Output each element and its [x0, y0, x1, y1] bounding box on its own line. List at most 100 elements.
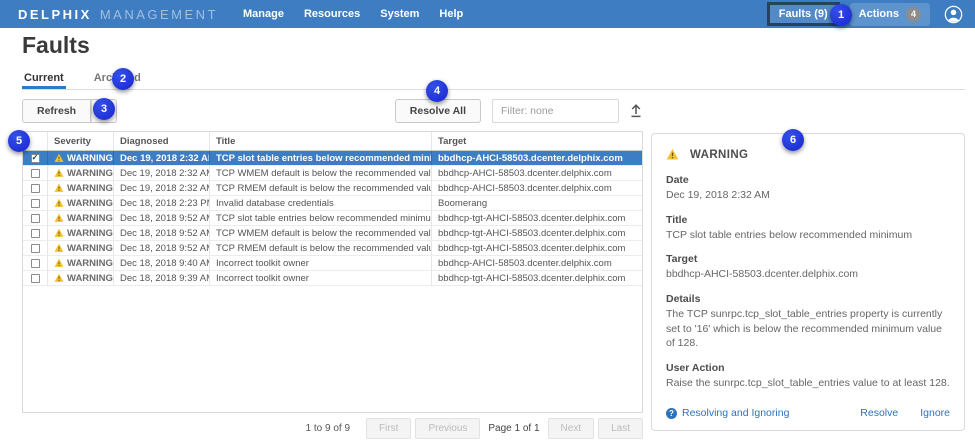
row-checkbox[interactable]	[31, 169, 40, 178]
target-cell: bbdhcp-tgt-AHCI-58503.dcenter.delphix.co…	[431, 241, 642, 255]
row-checkbox[interactable]	[31, 199, 40, 208]
warning-icon	[54, 228, 64, 238]
detail-field-label: Target	[666, 253, 950, 265]
detail-field-label: Details	[666, 293, 950, 305]
callout-badge: 4	[426, 80, 448, 102]
row-checkbox[interactable]	[31, 244, 40, 253]
warning-icon	[54, 243, 64, 253]
warning-icon	[54, 213, 64, 223]
diagnosed-cell: Dec 18, 2018 9:52 AM	[113, 226, 209, 240]
pagination-range: 1 to 9 of 9	[306, 423, 350, 434]
title-cell: Incorrect toolkit owner	[209, 256, 431, 270]
detail-field: User Action Raise the sunrpc.tcp_slot_ta…	[666, 362, 950, 391]
menu-item[interactable]: System	[370, 8, 429, 20]
severity-label: WARNING	[67, 198, 113, 209]
pagination-previous-button[interactable]: Previous	[415, 418, 480, 439]
detail-severity-heading: WARNING	[666, 148, 950, 161]
warning-icon	[666, 148, 679, 161]
detail-field-value: Dec 19, 2018 2:32 AM	[666, 188, 950, 203]
diagnosed-cell: Dec 18, 2018 2:23 PM	[113, 196, 209, 210]
faults-table: Severity Diagnosed Title Target	[22, 131, 643, 413]
table-row[interactable]: WARNING Dec 19, 2018 2:32 AM TCP slot ta…	[23, 151, 642, 166]
diagnosed-cell: Dec 18, 2018 9:52 AM	[113, 211, 209, 225]
toolbar-right-tools: Resolve All	[395, 99, 643, 123]
detail-severity-label: WARNING	[690, 149, 748, 161]
topbar-right-controls: Faults (9) Actions 4	[767, 2, 963, 26]
row-checkbox[interactable]	[31, 274, 40, 283]
table-row[interactable]: WARNING Dec 18, 2018 9:40 AM Incorrect t…	[23, 256, 642, 271]
help-link-label: Resolving and Ignoring	[682, 407, 789, 419]
menu-item[interactable]: Help	[429, 8, 473, 20]
table-body: WARNING Dec 19, 2018 2:32 AM TCP slot ta…	[23, 151, 642, 286]
row-checkbox[interactable]	[31, 229, 40, 238]
table-row[interactable]: WARNING Dec 18, 2018 9:52 AM TCP slot ta…	[23, 211, 642, 226]
row-checkbox[interactable]	[31, 154, 40, 163]
title-cell: TCP RMEM default is below the recommende…	[209, 241, 431, 255]
pagination-last-button[interactable]: Last	[598, 418, 643, 439]
target-cell: Boomerang	[431, 196, 642, 210]
table-row[interactable]: WARNING Dec 18, 2018 9:52 AM TCP WMEM de…	[23, 226, 642, 241]
detail-field: Target bbdhcp-AHCI-58503.dcenter.delphix…	[666, 253, 950, 282]
pagination-first-button[interactable]: First	[366, 418, 411, 439]
detail-field: Date Dec 19, 2018 2:32 AM	[666, 174, 950, 203]
actions-count-badge: 4	[906, 7, 921, 22]
table-row[interactable]: WARNING Dec 18, 2018 9:39 AM Incorrect t…	[23, 271, 642, 286]
user-profile-icon[interactable]	[944, 5, 963, 24]
diagnosed-cell: Dec 19, 2018 2:32 AM	[113, 166, 209, 180]
tab-current[interactable]: Current	[22, 67, 66, 89]
severity-label: WARNING	[67, 213, 113, 224]
column-header-diagnosed[interactable]: Diagnosed	[113, 132, 209, 150]
detail-field-label: User Action	[666, 362, 950, 374]
page-title: Faults	[22, 32, 90, 59]
main-menu: Manage Resources System Help	[233, 8, 473, 20]
faults-button[interactable]: Faults (9)	[767, 2, 840, 26]
refresh-button[interactable]: Refresh	[22, 99, 91, 123]
diagnosed-cell: Dec 19, 2018 2:32 AM	[113, 181, 209, 195]
pagination-next-button[interactable]: Next	[548, 418, 595, 439]
actions-button[interactable]: Actions 4	[850, 3, 930, 26]
pagination-page-indicator: Page 1 of 1	[488, 423, 539, 434]
export-button[interactable]	[629, 103, 643, 118]
pagination: 1 to 9 of 9 First Previous Page 1 of 1 N…	[22, 418, 643, 439]
target-cell: bbdhcp-AHCI-58503.dcenter.delphix.com	[431, 256, 642, 270]
top-navigation-bar: DELPHIX MANAGEMENT Manage Resources Syst…	[0, 0, 975, 28]
menu-item[interactable]: Resources	[294, 8, 370, 20]
table-row[interactable]: WARNING Dec 19, 2018 2:32 AM TCP RMEM de…	[23, 181, 642, 196]
severity-label: WARNING	[67, 273, 113, 284]
column-header-target[interactable]: Target	[431, 132, 642, 150]
diagnosed-cell: Dec 18, 2018 9:39 AM	[113, 271, 209, 285]
table-row[interactable]: WARNING Dec 19, 2018 2:32 AM TCP WMEM de…	[23, 166, 642, 181]
filter-input[interactable]	[492, 99, 619, 123]
table-row[interactable]: WARNING Dec 18, 2018 2:23 PM Invalid dat…	[23, 196, 642, 211]
resolving-and-ignoring-link[interactable]: ? Resolving and Ignoring	[666, 407, 789, 419]
faults-page: DELPHIX MANAGEMENT Manage Resources Syst…	[0, 0, 975, 441]
title-cell: TCP WMEM default is below the recommende…	[209, 166, 431, 180]
detail-field-value: TCP slot table entries below recommended…	[666, 228, 950, 243]
export-icon	[629, 103, 643, 118]
title-cell: TCP slot table entries below recommended…	[209, 151, 431, 165]
severity-label: WARNING	[67, 168, 113, 179]
severity-label: WARNING	[67, 228, 113, 239]
severity-label: WARNING	[67, 258, 113, 269]
ignore-link[interactable]: Ignore	[920, 407, 950, 419]
row-checkbox[interactable]	[31, 259, 40, 268]
resolve-link[interactable]: Resolve	[860, 407, 898, 419]
severity-label: WARNING	[67, 243, 113, 254]
warning-icon	[54, 168, 64, 178]
title-cell: Invalid database credentials	[209, 196, 431, 210]
detail-field-label: Date	[666, 174, 950, 186]
target-cell: bbdhcp-tgt-AHCI-58503.dcenter.delphix.co…	[431, 226, 642, 240]
table-row[interactable]: WARNING Dec 18, 2018 9:52 AM TCP RMEM de…	[23, 241, 642, 256]
warning-icon	[54, 198, 64, 208]
column-header-title[interactable]: Title	[209, 132, 431, 150]
callout-badge: 5	[8, 130, 30, 152]
detail-field-value: bbdhcp-AHCI-58503.dcenter.delphix.com	[666, 267, 950, 282]
row-checkbox[interactable]	[31, 214, 40, 223]
detail-panel-footer: ? Resolving and Ignoring Resolve Ignore	[666, 407, 950, 419]
menu-item[interactable]: Manage	[233, 8, 294, 20]
column-header-severity[interactable]: Severity	[47, 132, 113, 150]
row-checkbox[interactable]	[31, 184, 40, 193]
target-cell: bbdhcp-tgt-AHCI-58503.dcenter.delphix.co…	[431, 211, 642, 225]
resolve-all-button[interactable]: Resolve All	[395, 99, 481, 123]
warning-icon	[54, 153, 64, 163]
